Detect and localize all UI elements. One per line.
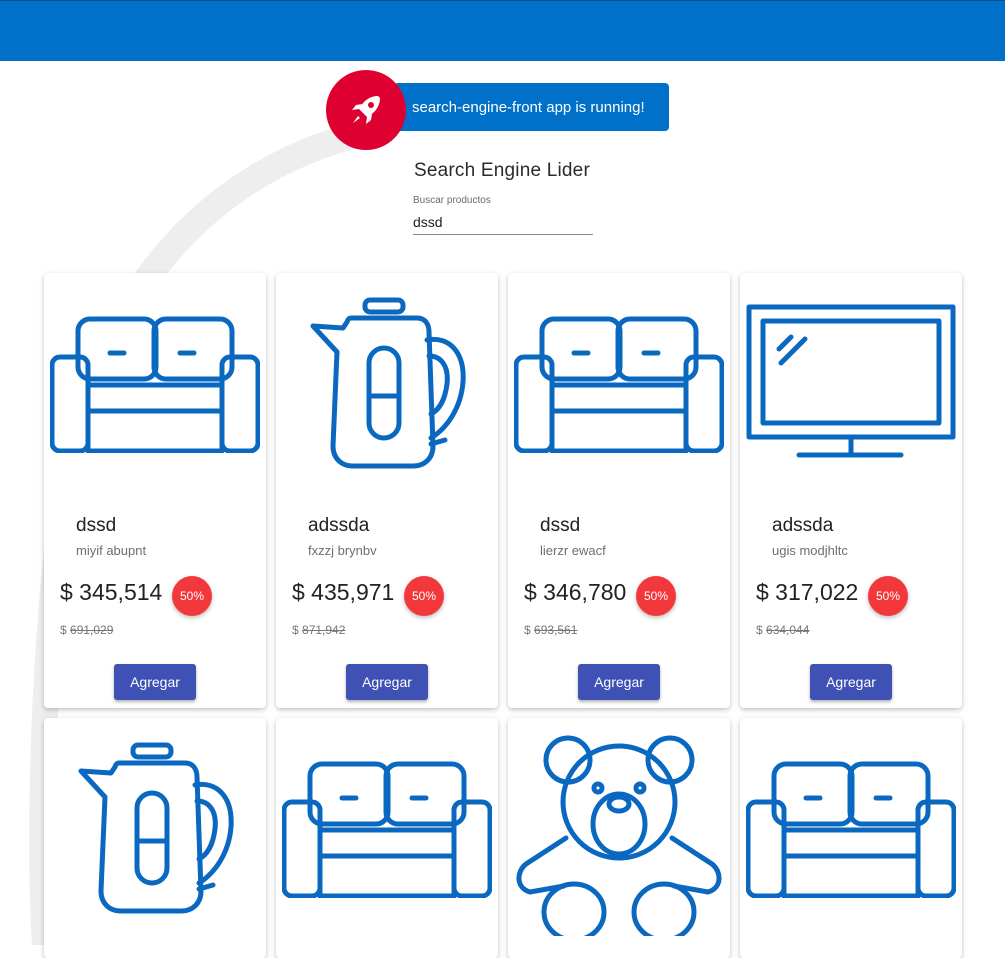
add-to-cart-button[interactable]: Agregar [114, 664, 196, 700]
discount-badge: 50% [172, 576, 212, 616]
old-price-value: 871,942 [302, 623, 346, 637]
product-price: $ 317,022 [756, 579, 859, 605]
product-card [740, 718, 962, 958]
product-description: miyif abupnt [76, 543, 147, 558]
currency-symbol: $ [524, 623, 531, 637]
product-card [508, 718, 730, 958]
product-card: adssda fxzzj brynbv $ 435,971 50% $ 871,… [276, 273, 498, 708]
sofa-icon [276, 718, 498, 938]
running-banner: search-engine-front app is running! [394, 83, 669, 131]
old-price: $ 634,044 [756, 623, 809, 637]
currency-symbol: $ [292, 623, 299, 637]
kettle-icon [44, 718, 266, 938]
old-price: $ 691,029 [60, 623, 113, 637]
currency-symbol: $ [756, 623, 763, 637]
old-price-value: 693,561 [534, 623, 578, 637]
product-description: fxzzj brynbv [308, 543, 377, 558]
product-description: ugis modjhltc [772, 543, 848, 558]
add-to-cart-button[interactable]: Agregar [578, 664, 660, 700]
old-price-value: 634,044 [766, 623, 810, 637]
running-text: search-engine-front app is running! [412, 98, 645, 116]
sofa-icon [740, 718, 962, 938]
currency-symbol: $ [60, 623, 67, 637]
product-price: $ 435,971 [292, 579, 395, 605]
teddy-bear-icon [508, 718, 730, 938]
product-description: lierzr ewacf [540, 543, 606, 558]
add-to-cart-button[interactable]: Agregar [346, 664, 428, 700]
product-name: adssda [772, 515, 834, 536]
product-name: dssd [540, 515, 581, 536]
product-card [44, 718, 266, 958]
product-card: dssd lierzr ewacf $ 346,780 50% $ 693,56… [508, 273, 730, 708]
search-input[interactable] [413, 210, 593, 235]
discount-badge: 50% [868, 576, 908, 616]
product-card: adssda ugis modjhltc $ 317,022 50% $ 634… [740, 273, 962, 708]
page-title: Search Engine Lider [414, 160, 590, 181]
tv-icon [740, 273, 962, 493]
sofa-icon [508, 273, 730, 493]
product-name: dssd [76, 515, 117, 536]
search-label: Buscar productos [413, 195, 491, 206]
product-name: adssda [308, 515, 370, 536]
kettle-icon [276, 273, 498, 493]
discount-badge: 50% [636, 576, 676, 616]
old-price: $ 693,561 [524, 623, 577, 637]
product-card: dssd miyif abupnt $ 345,514 50% $ 691,02… [44, 273, 266, 708]
old-price: $ 871,942 [292, 623, 345, 637]
old-price-value: 691,029 [70, 623, 114, 637]
top-toolbar [0, 0, 1005, 61]
product-price: $ 345,514 [60, 579, 163, 605]
product-price: $ 346,780 [524, 579, 627, 605]
discount-badge: 50% [404, 576, 444, 616]
rocket-icon [326, 70, 406, 150]
sofa-icon [44, 273, 266, 493]
add-to-cart-button[interactable]: Agregar [810, 664, 892, 700]
product-card [276, 718, 498, 958]
